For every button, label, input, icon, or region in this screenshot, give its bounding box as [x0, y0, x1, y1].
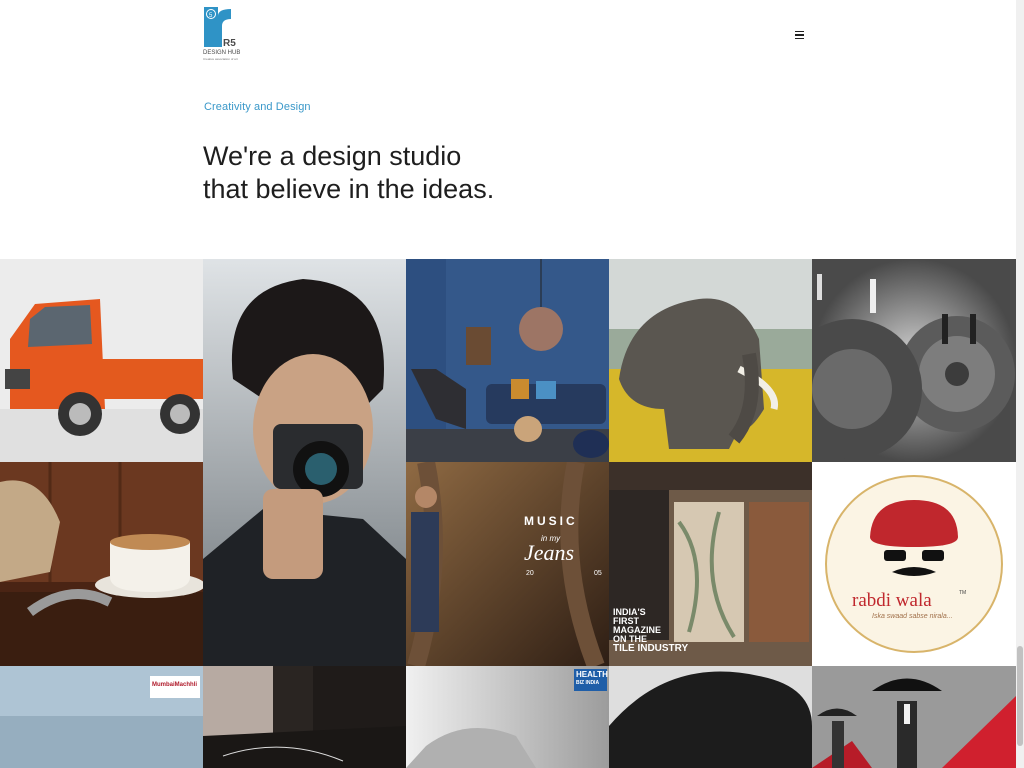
- portfolio-tile-coffee[interactable]: [0, 462, 203, 666]
- brand-mark: R5: [223, 38, 236, 49]
- portfolio-tile-umbrella[interactable]: [812, 666, 1016, 768]
- health-logo: HEALTH BIZ INDIA: [576, 671, 608, 687]
- rabdi-name: rabdi wala: [852, 590, 932, 611]
- portfolio-tile-health-biz[interactable]: HEALTH BIZ INDIA: [406, 666, 609, 768]
- health-line-1: HEALTH: [576, 670, 608, 679]
- portfolio-tile-elephant[interactable]: [609, 259, 812, 462]
- headline-line-1: We're a design studio: [203, 141, 462, 171]
- menu-bar: [795, 30, 804, 33]
- portfolio-tile-music-jeans[interactable]: MUSIC in my Jeans 20 05: [406, 462, 609, 666]
- rabdi-slogan: Iska swaad sabse nirala...: [872, 613, 953, 620]
- portfolio-tile-gears[interactable]: [812, 259, 1016, 462]
- portfolio-tile-rabdi-wala[interactable]: rabdi wala TM Iska swaad sabse nirala...: [812, 462, 1016, 666]
- mumbai-label: MumbaiMachhli: [152, 682, 198, 688]
- hero-headline: We're a design studio that believe in th…: [203, 140, 494, 206]
- portfolio-tile-interior[interactable]: [406, 259, 609, 462]
- hero-tagline: Creativity and Design: [204, 101, 311, 113]
- scrollbar-thumb[interactable]: [1017, 646, 1023, 746]
- portfolio-grid: MUSIC in my Jeans 20 05 INDIA'S FIRST MA…: [0, 259, 1016, 768]
- mag-line-5: TILE INDUSTRY: [613, 643, 689, 654]
- brand-sub: Creative association of art: [203, 57, 238, 61]
- menu-bar: [795, 34, 804, 36]
- rabdi-tm: TM: [959, 590, 967, 596]
- page-scrollbar[interactable]: [1016, 0, 1024, 768]
- menu-bar: [795, 37, 804, 40]
- brand-logo[interactable]: 5 R5 DESIGN HUB Creative association of …: [203, 6, 245, 62]
- brand-name: DESIGN HUB: [203, 50, 240, 56]
- portfolio-tile-tile-magazine[interactable]: INDIA'S FIRST MAGAZINE ON THE TILE INDUS…: [609, 462, 812, 666]
- music-year-right: 05: [594, 570, 602, 577]
- health-line-2: BIZ INDIA: [576, 680, 600, 686]
- site-header: 5 R5 DESIGN HUB Creative association of …: [0, 0, 1016, 260]
- music-title: MUSIC: [524, 514, 578, 528]
- portfolio-tile-truck[interactable]: [0, 259, 203, 462]
- hamburger-menu-icon[interactable]: [795, 28, 809, 42]
- portfolio-tile-marble[interactable]: [203, 666, 406, 768]
- portfolio-tile-mumbai-machhli[interactable]: MumbaiMachhli: [0, 666, 203, 768]
- portfolio-tile-photographer[interactable]: [203, 259, 406, 666]
- music-jeans: Jeans: [524, 540, 575, 565]
- music-year-left: 20: [526, 570, 534, 577]
- magazine-caption: INDIA'S FIRST MAGAZINE ON THE TILE INDUS…: [613, 608, 689, 654]
- headline-line-2: that believe in the ideas.: [203, 174, 495, 204]
- portfolio-tile-hair[interactable]: [609, 666, 812, 768]
